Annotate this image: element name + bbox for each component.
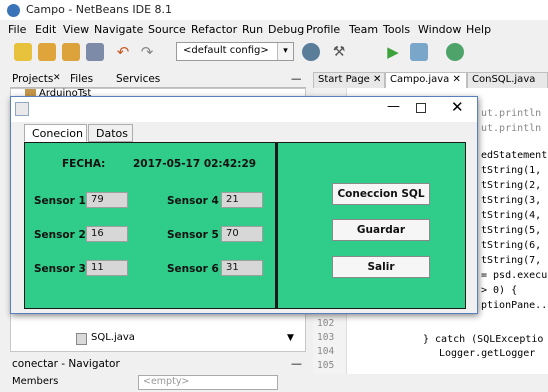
debug-icon[interactable]	[410, 43, 428, 61]
menu-edit[interactable]: Edit	[35, 23, 56, 36]
fecha-label: FECHA:	[62, 158, 106, 170]
code-line: tString(4,	[481, 210, 542, 221]
code-line: edStatement	[481, 150, 548, 161]
menu-navigate[interactable]: Navigate	[94, 23, 143, 36]
tab-conecion[interactable]: Conecion	[24, 124, 87, 142]
menu-debug[interactable]: Debug	[268, 23, 304, 36]
netbeans-logo-icon	[7, 4, 20, 17]
menu-tools[interactable]: Tools	[383, 23, 410, 36]
sensor-2-label: Sensor 2	[34, 229, 86, 241]
code-line: = psd.execu	[481, 270, 548, 281]
members-filter-select[interactable]: <empty>	[138, 375, 278, 390]
java-app-icon	[15, 102, 29, 116]
code-line-logger: Logger.getLogger	[439, 348, 536, 359]
sensor-6-label: Sensor 6	[167, 263, 219, 275]
scroll-down-icon[interactable]: ▼	[287, 333, 294, 343]
sensor-window: — ✕ Conecion Datos FECHA: 2017-05-17 02:…	[10, 96, 478, 314]
menu-team[interactable]: Team	[349, 23, 378, 36]
menu-source[interactable]: Source	[148, 23, 186, 36]
projects-tabs: Projects ✕ Files Services —	[10, 71, 306, 88]
menu-window[interactable]: Window	[418, 23, 461, 36]
coneccion-sql-button[interactable]: Coneccion SQL	[332, 183, 430, 205]
code-line: tString(1,	[481, 165, 542, 176]
menu-view[interactable]: View	[63, 23, 89, 36]
sensor-3-label: Sensor 3	[34, 263, 86, 275]
menu-run[interactable]: Run	[242, 23, 263, 36]
chevron-down-icon[interactable]: ▾	[277, 43, 293, 60]
code-line: tString(5,	[481, 225, 542, 236]
tab-projects[interactable]: Projects	[12, 73, 53, 85]
config-value: <default config>	[183, 45, 269, 56]
window-tabs: Conecion Datos	[24, 124, 324, 142]
redo-icon[interactable]: ↷	[138, 43, 156, 61]
build-icon[interactable]	[302, 43, 320, 61]
java-file-icon	[76, 333, 87, 345]
sensor-4-field[interactable]: 21	[221, 192, 263, 208]
code-line: ut.println	[481, 123, 542, 134]
profile-icon[interactable]	[446, 43, 464, 61]
menu-profile[interactable]: Profile	[306, 23, 340, 36]
new-file-icon[interactable]	[14, 43, 32, 61]
minimize-panel-icon[interactable]: —	[291, 73, 302, 85]
menu-file[interactable]: File	[8, 23, 26, 36]
menu-bar: File Edit View Navigate Source Refactor …	[0, 20, 548, 39]
minimize-panel-icon[interactable]: —	[291, 357, 302, 370]
sensor-4-label: Sensor 4	[167, 195, 219, 207]
file-item[interactable]: SQL.java	[91, 332, 135, 343]
salir-button[interactable]: Salir	[332, 256, 430, 278]
code-line-catch: } catch (SQLExceptio	[423, 334, 544, 345]
close-icon[interactable]: ✕	[53, 73, 61, 83]
sensor-5-field[interactable]: 70	[221, 226, 263, 242]
run-icon[interactable]: ▶	[384, 43, 402, 61]
sensor-3-field[interactable]: 11	[86, 260, 128, 276]
open-project-icon[interactable]	[62, 43, 80, 61]
sensor-panel: FECHA: 2017-05-17 02:42:29 Sensor 1 79 S…	[24, 142, 276, 309]
code-line: tString(2,	[481, 180, 542, 191]
ide-title: Campo - NetBeans IDE 8.1	[26, 3, 173, 16]
tab-files[interactable]: Files	[70, 73, 93, 85]
line-number: 104	[317, 346, 335, 357]
save-all-icon[interactable]	[86, 43, 104, 61]
minimize-icon[interactable]: —	[387, 99, 400, 114]
actions-panel: Coneccion SQL Guardar Salir	[276, 142, 466, 309]
sensor-1-field[interactable]: 79	[86, 192, 128, 208]
menu-refactor[interactable]: Refactor	[191, 23, 237, 36]
ide-title-bar: Campo - NetBeans IDE 8.1	[0, 0, 548, 20]
sensor-2-field[interactable]: 16	[86, 226, 128, 242]
clean-build-icon[interactable]: ⚒	[330, 43, 348, 61]
undo-icon[interactable]: ↶	[114, 43, 132, 61]
code-line: ut.println	[481, 108, 542, 119]
close-icon[interactable]: ✕	[451, 98, 464, 116]
line-number: 105	[317, 360, 335, 371]
sensor-5-label: Sensor 5	[167, 229, 219, 241]
editor-tabs: Start Page ✕ Campo.java ✕ ConSQL.java	[313, 71, 548, 88]
code-line: ptionPane..	[481, 300, 548, 311]
tab-start-page[interactable]: Start Page ✕	[313, 72, 385, 88]
menu-help[interactable]: Help	[466, 23, 491, 36]
guardar-button[interactable]: Guardar	[332, 219, 430, 241]
window-title-bar[interactable]: — ✕	[11, 97, 477, 122]
tab-datos[interactable]: Datos	[88, 124, 133, 142]
tab-campo-java[interactable]: Campo.java ✕	[385, 72, 467, 88]
sensor-1-label: Sensor 1	[34, 195, 86, 207]
code-line: tString(7,	[481, 255, 542, 266]
code-line: > 0) {	[481, 285, 518, 296]
fecha-value: 2017-05-17 02:42:29	[133, 158, 257, 170]
navigator-filter-row: Members <empty>	[10, 374, 306, 392]
tab-consql-java[interactable]: ConSQL.java	[467, 72, 548, 88]
line-number: 103	[317, 332, 335, 343]
code-line: tString(3,	[481, 195, 542, 206]
line-number: 102	[317, 318, 335, 329]
code-line: tString(6,	[481, 240, 542, 251]
navigator-title[interactable]: conectar - Navigator	[12, 358, 120, 370]
maximize-icon[interactable]	[416, 103, 426, 113]
members-label: Members	[12, 376, 59, 387]
tab-services[interactable]: Services	[116, 73, 160, 85]
new-project-icon[interactable]	[38, 43, 56, 61]
config-select[interactable]: <default config> ▾	[176, 42, 294, 61]
sensor-6-field[interactable]: 31	[221, 260, 263, 276]
navigator-panel: conectar - Navigator —	[10, 357, 306, 374]
